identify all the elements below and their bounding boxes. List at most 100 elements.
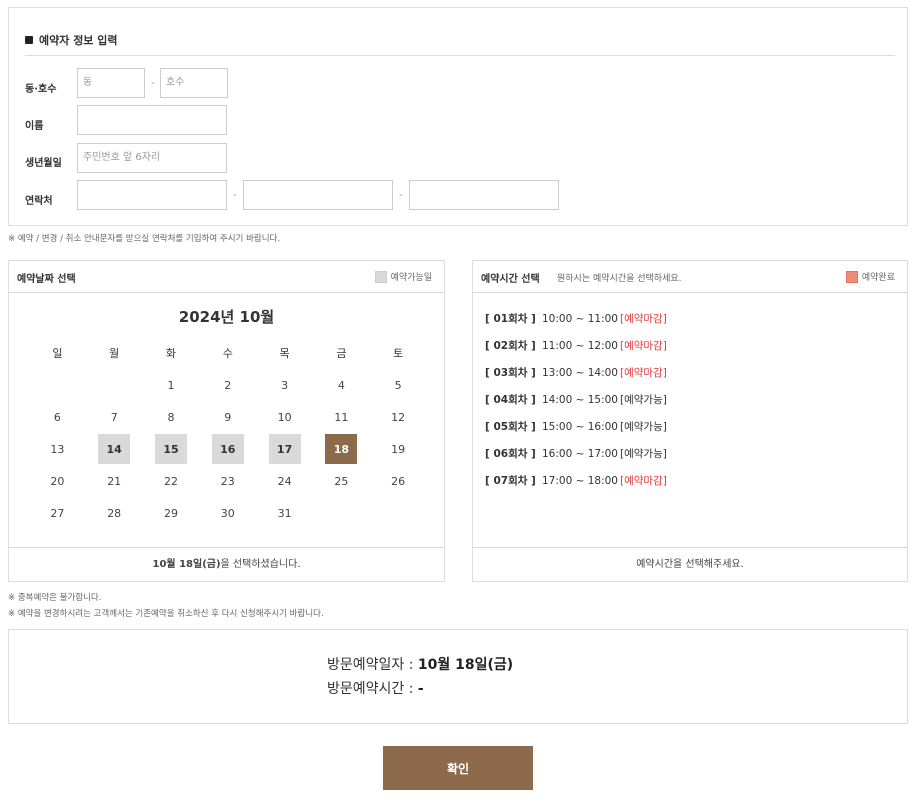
booked-legend-swatch [845,270,858,283]
weekday-header: 월 [109,347,120,360]
calendar-empty-cell [29,369,86,401]
calendar-day-number: 7 [110,410,118,424]
calendar-day-15[interactable]: 15 [143,433,200,465]
calendar-day-number: 23 [220,474,235,488]
time-slot-4[interactable]: [ 04회차 ] 14:00 ~ 15:00 [예약가능] [485,386,667,413]
time-select-panel: 예약시간 선택 원하시는 예약시간을 선택하세요. 예약완료 [ 01회차 ] 1… [472,260,908,582]
slot-status: [예약가능] [620,421,667,433]
slot-time: 16:00 ~ 17:00 [542,447,618,460]
summary-date: 방문예약일자 : 10월 18일(금) [327,654,513,674]
calendar-day-3: 3 [256,369,313,401]
slot-round: [ 06회차 ] [485,448,536,460]
calendar-day-30: 30 [199,497,256,529]
calendar-day-number: 4 [337,378,345,392]
contact-note: ※ 예약 / 변경 / 취소 안내문자를 받으실 연락처를 기입하여 주시기 바… [8,234,281,244]
slot-status: [예약가능] [620,448,667,460]
calendar-day-21: 21 [86,465,143,497]
calendar-day-18[interactable]: 18 [313,433,370,465]
weekday-header: 토 [393,347,404,360]
slot-round: [ 07회차 ] [485,475,536,487]
time-slot-list: [ 01회차 ] 10:00 ~ 11:00 [예약마감][ 02회차 ] 11:00… [485,305,667,494]
phone-input-2[interactable] [243,180,393,210]
change-note: ※ 예약을 변경하시려는 고객께서는 기존예약을 취소하신 후 다시 신청해주시… [8,609,324,619]
date-panel-header: 예약날짜 선택 예약가능일 [9,261,444,293]
calendar-day-25: 25 [313,465,370,497]
calendar-day-9: 9 [199,401,256,433]
calendar-day-11: 11 [313,401,370,433]
dong-ho-dash: - [151,78,155,89]
calendar-day-number: 15 [154,434,187,464]
calendar-day-number: 22 [163,474,178,488]
calendar-day-14[interactable]: 14 [86,433,143,465]
time-slot-6[interactable]: [ 06회차 ] 16:00 ~ 17:00 [예약가능] [485,440,667,467]
calendar-day-27: 27 [29,497,86,529]
phone-input-1[interactable] [77,180,227,210]
time-slot-3: [ 03회차 ] 13:00 ~ 14:00 [예약마감] [485,359,667,386]
summary-date-label: 방문예약일자 : [327,657,418,673]
weekday-header: 수 [222,347,233,360]
selected-date-text: 10월 18일(금)을 선택하셨습니다. [9,547,444,581]
weekday-header: 일 [52,347,63,360]
date-select-panel: 예약날짜 선택 예약가능일 2024년 10월 일월화수목금토123456789… [8,260,445,582]
ho-input[interactable]: 호수 [160,68,228,98]
dong-input[interactable]: 동 [77,68,145,98]
calendar-empty-cell [313,497,370,529]
calendar-day-1: 1 [143,369,200,401]
calendar-day-19: 19 [370,433,427,465]
calendar-day-7: 7 [86,401,143,433]
calendar-day-6: 6 [29,401,86,433]
name-input[interactable] [77,105,227,135]
slot-round: [ 04회차 ] [485,394,536,406]
weekday-header: 금 [336,347,347,360]
confirm-button[interactable]: 확인 [383,746,533,790]
birth-input[interactable]: 주민번호 앞 6자리 [77,143,227,173]
calendar-day-4: 4 [313,369,370,401]
slot-round: [ 05회차 ] [485,421,536,433]
slot-time: 14:00 ~ 15:00 [542,393,618,406]
calendar-day-number: 16 [211,434,244,464]
date-panel-title: 예약날짜 선택 [17,274,76,285]
slot-time: 10:00 ~ 11:00 [542,312,618,325]
time-panel-title: 예약시간 선택 [481,274,540,285]
selected-date-bold: 10월 18일(금) [152,559,221,570]
calendar-day-number: 3 [281,378,289,392]
birth-label: 생년월일 [25,158,62,169]
calendar-day-number: 29 [163,506,178,520]
slot-time: 17:00 ~ 18:00 [542,474,618,487]
calendar-day-17[interactable]: 17 [256,433,313,465]
calendar-day-number: 30 [220,506,235,520]
calendar-day-number: 12 [391,410,406,424]
calendar-day-number: 8 [167,410,175,424]
slot-status: [예약마감] [620,475,667,487]
slot-time: 15:00 ~ 16:00 [542,420,618,433]
calendar-day-13: 13 [29,433,86,465]
calendar-day-8: 8 [143,401,200,433]
info-section-title: 예약자 정보 입력 [25,32,118,48]
slot-status: [예약가능] [620,394,667,406]
slot-round: [ 01회차 ] [485,313,536,325]
phone-input-3[interactable] [409,180,559,210]
time-slot-2: [ 02회차 ] 11:00 ~ 12:00 [예약마감] [485,332,667,359]
calendar-day-number: 27 [50,506,65,520]
calendar-day-number: 26 [391,474,406,488]
divider [25,55,895,56]
calendar-day-number: 1 [167,378,175,392]
calendar-day-number: 19 [391,442,406,456]
calendar-day-number: 31 [277,506,292,520]
calendar-grid: 일 월 화 수 목 금 토 1 2 3 4 5 6 7 8 9 10 11 12 13 14 15 16 17 18 19 20 21… [29,337,429,529]
reservation-summary: 방문예약일자 : 10월 18일(금) 방문예약시간 : - [8,629,908,724]
booked-legend: 예약완료 [845,270,895,283]
time-slot-5[interactable]: [ 05회차 ] 15:00 ~ 16:00 [예약가능] [485,413,667,440]
weekday-header: 목 [279,347,290,360]
calendar-day-number: 13 [50,442,65,456]
summary-date-value: 10월 18일(금) [417,657,514,673]
calendar-day-number: 6 [53,410,61,424]
dong-ho-label: 동·호수 [25,84,57,95]
slot-status: [예약마감] [620,340,667,352]
calendar-day-10: 10 [256,401,313,433]
time-footer-text: 예약시간을 선택해주세요. [473,547,907,581]
calendar-day-number: 2 [224,378,232,392]
summary-time-value: - [417,681,424,697]
calendar-day-16[interactable]: 16 [199,433,256,465]
slot-round: [ 02회차 ] [485,340,536,352]
